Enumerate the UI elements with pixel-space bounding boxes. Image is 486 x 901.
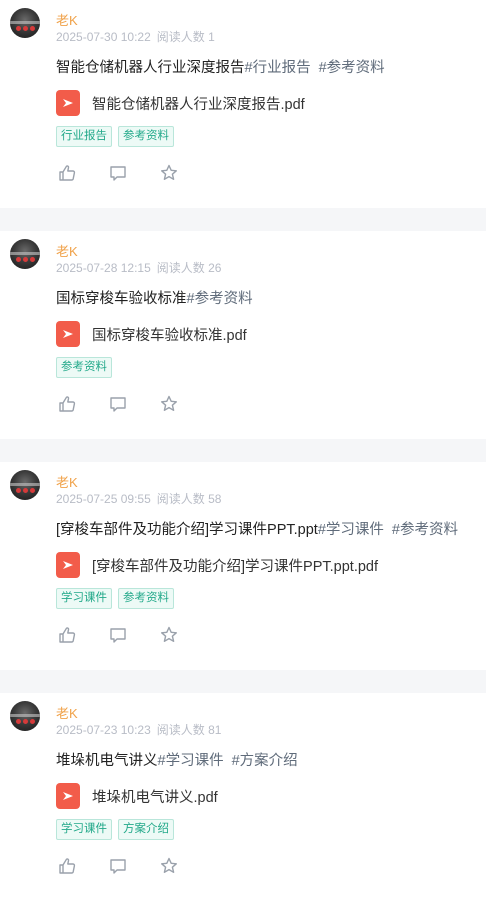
tag-chips: 学习课件 方案介绍: [56, 819, 174, 840]
post-time: 2025-07-30 10:22: [56, 30, 151, 44]
tag-chip[interactable]: 学习课件: [56, 588, 112, 609]
read-count: 阅读人数 58: [156, 492, 222, 506]
file-name: 智能仓储机器人行业深度报告.pdf: [92, 96, 305, 113]
avatar[interactable]: [10, 8, 40, 38]
file-attachment[interactable]: 智能仓储机器人行业深度报告.pdf: [56, 90, 305, 116]
post-time: 2025-07-23 10:23: [56, 723, 151, 737]
pdf-file-icon: [56, 321, 80, 347]
read-count: 阅读人数 81: [156, 723, 222, 737]
file-attachment[interactable]: 堆垛机电气讲义.pdf: [56, 783, 218, 809]
like-button[interactable]: [56, 162, 78, 184]
post-actions: [56, 855, 209, 877]
post-meta: 2025-07-23 10:23 阅读人数 81: [56, 721, 221, 738]
title-hashtag-link[interactable]: #学习课件: [318, 522, 384, 538]
tag-chips: 学习课件 参考资料: [56, 588, 174, 609]
post-meta: 2025-07-28 12:15 阅读人数 26: [56, 259, 221, 276]
author-name[interactable]: 老K: [56, 703, 78, 722]
post-title[interactable]: 智能仓储机器人行业深度报告#行业报告 #参考资料: [56, 56, 385, 77]
post-time: 2025-07-25 09:55: [56, 492, 151, 506]
tag-chip[interactable]: 参考资料: [56, 357, 112, 378]
author-name[interactable]: 老K: [56, 241, 78, 260]
tag-chip[interactable]: 方案介绍: [118, 819, 174, 840]
post-title[interactable]: 国标穿梭车验收标准#参考资料: [56, 287, 253, 308]
comment-icon: [110, 166, 126, 181]
avatar[interactable]: [10, 701, 40, 731]
post-time: 2025-07-28 12:15: [56, 261, 151, 275]
comment-icon: [110, 628, 126, 643]
avatar[interactable]: [10, 470, 40, 500]
post-card: 老K 2025-07-25 09:55 阅读人数 58 [穿梭车部件及功能介绍]学…: [0, 462, 486, 670]
star-icon: [161, 164, 177, 180]
post-separator: [0, 208, 486, 231]
comment-button[interactable]: [107, 393, 129, 415]
comment-icon: [110, 397, 126, 412]
post-actions: [56, 624, 209, 646]
title-hashtag-link[interactable]: #参考资料: [319, 60, 385, 76]
comment-button[interactable]: [107, 162, 129, 184]
like-button[interactable]: [56, 393, 78, 415]
post-card: 老K 2025-07-23 10:23 阅读人数 81 堆垛机电气讲义#学习课件 #…: [0, 693, 486, 901]
thumbs-up-icon: [59, 396, 76, 412]
star-icon: [161, 857, 177, 873]
post-meta: 2025-07-25 09:55 阅读人数 58: [56, 490, 221, 507]
author-name[interactable]: 老K: [56, 472, 78, 491]
title-hashtag-link[interactable]: #行业报告: [245, 60, 311, 76]
post-card: 老K 2025-07-30 10:22 阅读人数 1 智能仓储机器人行业深度报告#…: [0, 0, 486, 208]
star-icon: [161, 626, 177, 642]
post-title[interactable]: [穿梭车部件及功能介绍]学习课件PPT.ppt#学习课件 #参考资料: [56, 518, 458, 539]
post-separator: [0, 670, 486, 693]
file-name: 国标穿梭车验收标准.pdf: [92, 327, 247, 344]
like-button[interactable]: [56, 855, 78, 877]
star-icon: [161, 395, 177, 411]
tag-chip[interactable]: 参考资料: [118, 126, 174, 147]
post-separator: [0, 439, 486, 462]
favorite-button[interactable]: [158, 162, 180, 184]
favorite-button[interactable]: [158, 624, 180, 646]
post-title-text: 堆垛机电气讲义: [56, 753, 158, 769]
file-attachment[interactable]: 国标穿梭车验收标准.pdf: [56, 321, 247, 347]
pdf-file-icon: [56, 783, 80, 809]
post-meta: 2025-07-30 10:22 阅读人数 1: [56, 28, 215, 45]
title-hashtag-link[interactable]: #方案介绍: [232, 753, 298, 769]
post-title-text: [穿梭车部件及功能介绍]学习课件PPT.ppt: [56, 522, 318, 538]
post-title-text: 智能仓储机器人行业深度报告: [56, 60, 245, 76]
pdf-file-icon: [56, 90, 80, 116]
post-title[interactable]: 堆垛机电气讲义#学习课件 #方案介绍: [56, 749, 298, 770]
title-hashtag-link[interactable]: #参考资料: [392, 522, 458, 538]
tag-chip[interactable]: 学习课件: [56, 819, 112, 840]
pdf-file-icon: [56, 552, 80, 578]
post-actions: [56, 393, 209, 415]
post-actions: [56, 162, 209, 184]
tag-chip[interactable]: 行业报告: [56, 126, 112, 147]
comment-button[interactable]: [107, 855, 129, 877]
author-name[interactable]: 老K: [56, 10, 78, 29]
file-attachment[interactable]: [穿梭车部件及功能介绍]学习课件PPT.ppt.pdf: [56, 552, 378, 578]
avatar[interactable]: [10, 239, 40, 269]
thumbs-up-icon: [59, 858, 76, 874]
read-count: 阅读人数 1: [156, 30, 215, 44]
read-count: 阅读人数 26: [156, 261, 222, 275]
comment-icon: [110, 859, 126, 874]
comment-button[interactable]: [107, 624, 129, 646]
tag-chips: 参考资料: [56, 357, 112, 378]
post-feed: 老K 2025-07-30 10:22 阅读人数 1 智能仓储机器人行业深度报告#…: [0, 0, 486, 901]
like-button[interactable]: [56, 624, 78, 646]
title-hashtag-link[interactable]: #学习课件: [158, 753, 224, 769]
tag-chips: 行业报告 参考资料: [56, 126, 174, 147]
file-name: 堆垛机电气讲义.pdf: [92, 789, 218, 806]
favorite-button[interactable]: [158, 855, 180, 877]
tag-chip[interactable]: 参考资料: [118, 588, 174, 609]
favorite-button[interactable]: [158, 393, 180, 415]
title-hashtag-link[interactable]: #参考资料: [187, 291, 253, 307]
post-title-text: 国标穿梭车验收标准: [56, 291, 187, 307]
post-card: 老K 2025-07-28 12:15 阅读人数 26 国标穿梭车验收标准#参考资…: [0, 231, 486, 439]
file-name: [穿梭车部件及功能介绍]学习课件PPT.ppt.pdf: [92, 558, 379, 575]
thumbs-up-icon: [59, 627, 76, 643]
thumbs-up-icon: [59, 165, 76, 181]
